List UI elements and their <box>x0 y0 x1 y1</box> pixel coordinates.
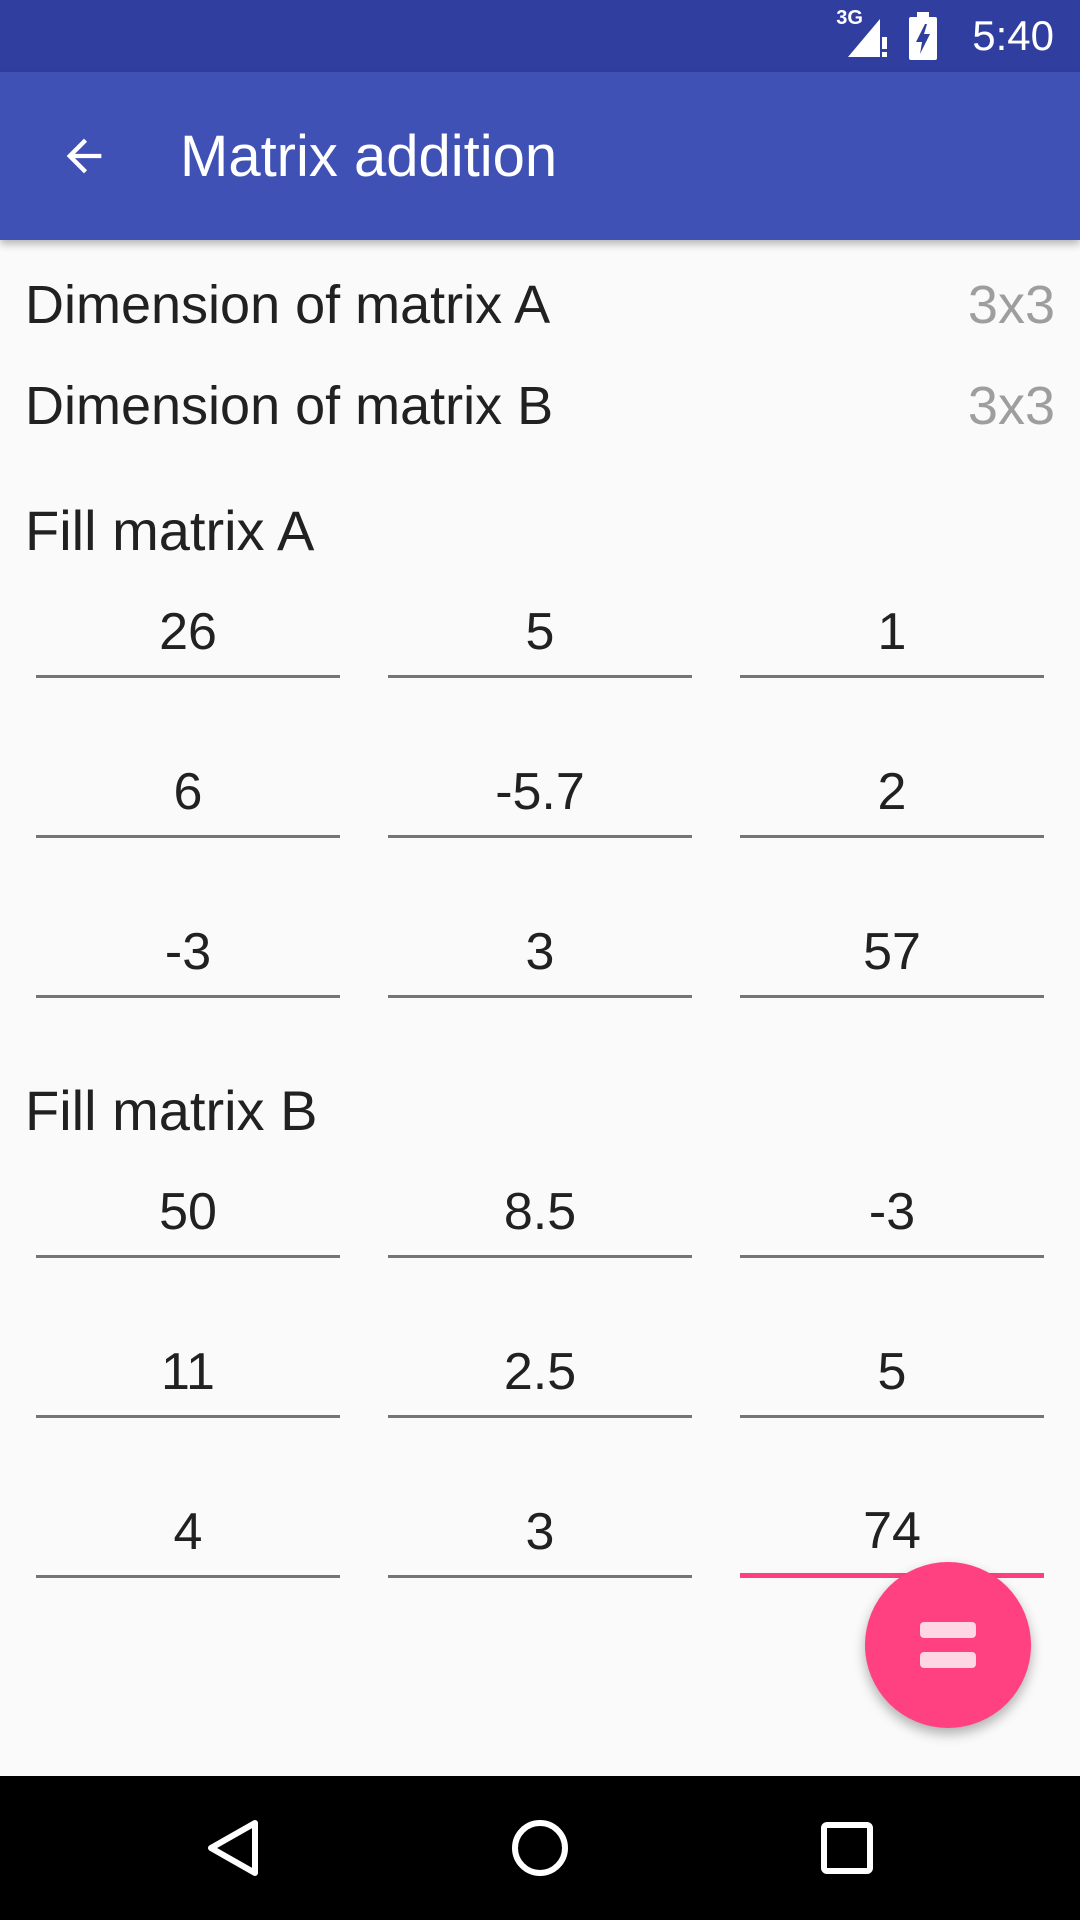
matrix-b-input[interactable] <box>740 1318 1044 1415</box>
matrix-b-title: Fill matrix B <box>25 1079 318 1142</box>
matrix-a-cell-1-2[interactable] <box>388 578 692 678</box>
matrix-b-cell-1-2[interactable] <box>388 1158 692 1258</box>
page-title: Matrix addition <box>180 123 558 189</box>
matrix-a-cell-2-2[interactable] <box>388 738 692 838</box>
arrow-back-icon <box>66 138 102 174</box>
matrix-a-cell-2-1[interactable] <box>36 738 340 838</box>
signal-3g-icon: 3G <box>836 7 890 59</box>
matrix-b-input[interactable] <box>36 1478 340 1575</box>
matrix-b-cell-1-3[interactable] <box>740 1158 1044 1258</box>
navigation-bar <box>0 1776 1080 1920</box>
status-bar: 3G 5:40 <box>0 0 1080 72</box>
matrix-b-input[interactable] <box>740 1478 1044 1573</box>
matrix-b-input[interactable] <box>36 1318 340 1415</box>
nav-recents-icon <box>820 1822 873 1874</box>
matrix-a-cell-3-3[interactable] <box>740 898 1044 998</box>
dimension-a-label: Dimension of matrix A <box>25 275 551 335</box>
matrix-b-cell-2-3[interactable] <box>740 1318 1044 1418</box>
app-bar: Matrix addition <box>0 72 1080 240</box>
matrix-a-cell-1-3[interactable] <box>740 578 1044 678</box>
dimension-b-value[interactable]: 3x3 <box>968 375 1055 437</box>
back-button[interactable] <box>0 72 168 240</box>
nav-back-icon <box>208 1820 259 1876</box>
matrix-a-input[interactable] <box>36 738 340 835</box>
calculate-button[interactable] <box>865 1562 1031 1728</box>
matrix-a-input[interactable] <box>36 898 340 995</box>
matrix-a-title: Fill matrix A <box>25 499 315 562</box>
equals-icon <box>920 1622 976 1668</box>
status-clock: 5:40 <box>972 12 1054 59</box>
dimension-row-b[interactable]: Dimension of matrix B 3x3 <box>25 356 1055 456</box>
matrix-a-input[interactable] <box>740 898 1044 995</box>
matrix-b-cell-3-3[interactable] <box>740 1478 1044 1578</box>
matrix-b-cell-2-1[interactable] <box>36 1318 340 1418</box>
matrix-b-cell-3-2[interactable] <box>388 1478 692 1578</box>
matrix-a-input[interactable] <box>740 578 1044 675</box>
matrix-b-input[interactable] <box>388 1318 692 1415</box>
matrix-b-cell-3-1[interactable] <box>36 1478 340 1578</box>
matrix-b-input[interactable] <box>388 1158 692 1255</box>
matrix-a-input[interactable] <box>388 738 692 835</box>
nav-back-button[interactable] <box>163 1776 303 1920</box>
matrix-a-cell-2-3[interactable] <box>740 738 1044 838</box>
matrix-a-cell-3-2[interactable] <box>388 898 692 998</box>
dimension-a-value[interactable]: 3x3 <box>968 274 1055 336</box>
matrix-b-cell-2-2[interactable] <box>388 1318 692 1418</box>
matrix-a-input[interactable] <box>388 898 692 995</box>
nav-home-icon <box>511 1820 568 1876</box>
nav-home-button[interactable] <box>470 1776 610 1920</box>
matrix-a-cell-1-1[interactable] <box>36 578 340 678</box>
battery-charging-icon <box>908 12 938 60</box>
nav-recents-button[interactable] <box>777 1776 917 1920</box>
dimension-row-a[interactable]: Dimension of matrix A 3x3 <box>25 255 1055 355</box>
matrix-a-input[interactable] <box>388 578 692 675</box>
matrix-b-input[interactable] <box>388 1478 692 1575</box>
matrix-a-cell-3-1[interactable] <box>36 898 340 998</box>
matrix-b-input[interactable] <box>36 1158 340 1255</box>
matrix-a-input[interactable] <box>36 578 340 675</box>
dimension-b-label: Dimension of matrix B <box>25 376 554 436</box>
matrix-a-input[interactable] <box>740 738 1044 835</box>
matrix-b-input[interactable] <box>740 1158 1044 1255</box>
matrix-b-cell-1-1[interactable] <box>36 1158 340 1258</box>
